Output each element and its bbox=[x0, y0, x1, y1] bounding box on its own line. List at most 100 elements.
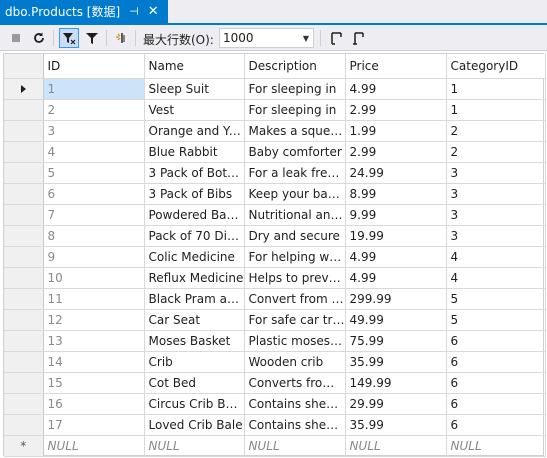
null-cell[interactable]: NULL bbox=[446, 435, 546, 457]
row-header[interactable] bbox=[4, 246, 44, 268]
cell-id[interactable]: 1 bbox=[43, 78, 145, 100]
cell-name[interactable]: Reflux Medicine bbox=[144, 267, 245, 289]
table-row[interactable]: 4 Blue Rabbit Baby comforter 2.99 2 bbox=[4, 141, 546, 163]
cell-price[interactable]: 2.99 bbox=[345, 141, 447, 163]
row-header[interactable] bbox=[4, 162, 44, 184]
cell-categoryid[interactable]: 6 bbox=[446, 330, 546, 352]
cell-description[interactable]: Baby comforter bbox=[244, 141, 346, 163]
column-header-price[interactable]: Price bbox=[345, 54, 447, 79]
cell-price[interactable]: 149.99 bbox=[345, 372, 447, 394]
cell-price[interactable]: 29.99 bbox=[345, 393, 447, 415]
cell-categoryid[interactable]: 5 bbox=[446, 309, 546, 331]
cell-name[interactable]: Moses Basket bbox=[144, 330, 245, 352]
table-row[interactable]: 11Black Pram and Pushchair SystemConvert… bbox=[4, 288, 546, 310]
cell-id[interactable]: 13 bbox=[43, 330, 145, 352]
row-header[interactable] bbox=[4, 330, 44, 352]
cell-name[interactable]: Cot Bed bbox=[144, 372, 245, 394]
cell-description[interactable]: Convert from pram to pushchair bbox=[244, 288, 346, 310]
cell-categoryid[interactable]: 2 bbox=[446, 120, 546, 142]
cell-description[interactable]: Nutritional and filling bbox=[244, 204, 346, 226]
close-icon[interactable]: ✕ bbox=[148, 4, 159, 19]
column-header-categoryid[interactable]: CategoryID bbox=[446, 54, 546, 79]
cell-price[interactable]: 24.99 bbox=[345, 162, 447, 184]
column-header-id[interactable]: ID bbox=[43, 54, 145, 79]
cell-id[interactable]: 10 bbox=[43, 267, 145, 289]
table-row[interactable]: 14 Crib Wooden crib 35.99 6 bbox=[4, 351, 546, 373]
table-row[interactable]: 12Car SeatFor safe car travel49.995 bbox=[4, 309, 546, 331]
table-row[interactable]: 2 Vest For sleeping in 2.99 1 bbox=[4, 99, 546, 121]
row-header[interactable] bbox=[4, 78, 44, 100]
column-header-description[interactable]: Description bbox=[244, 54, 346, 79]
document-tab[interactable]: dbo.Products [数据] ⊣ ✕ bbox=[0, 0, 168, 23]
cell-id[interactable]: 12 bbox=[43, 309, 145, 331]
row-header[interactable] bbox=[4, 225, 44, 247]
row-header[interactable] bbox=[4, 393, 44, 415]
cell-price[interactable]: 299.99 bbox=[345, 288, 447, 310]
cell-description[interactable]: Keep your baby dry bbox=[244, 183, 346, 205]
table-row[interactable]: 9Colic MedicineFor helping with colic4.9… bbox=[4, 246, 546, 268]
cell-name[interactable]: Powdered Baby Milk bbox=[144, 204, 245, 226]
table-row[interactable]: 63 Pack of BibsKeep your baby dry8.993 bbox=[4, 183, 546, 205]
refresh-icon[interactable] bbox=[29, 28, 49, 48]
cell-categoryid[interactable]: 3 bbox=[446, 225, 546, 247]
stop-icon[interactable] bbox=[6, 28, 26, 48]
chevron-down-icon[interactable]: ▼ bbox=[299, 34, 313, 43]
cell-description[interactable]: For sleeping in bbox=[244, 99, 346, 121]
script-icon[interactable] bbox=[111, 28, 131, 48]
cell-categoryid[interactable]: 3 bbox=[446, 162, 546, 184]
row-header[interactable] bbox=[4, 99, 44, 121]
table-row[interactable]: 3Orange and Yellow LionMakes a squeaking… bbox=[4, 120, 546, 142]
table-row[interactable]: 53 Pack of BottlesFor a leak free drink2… bbox=[4, 162, 546, 184]
column-header-name[interactable]: Name bbox=[144, 54, 245, 79]
cell-categoryid[interactable]: 3 bbox=[446, 204, 546, 226]
cell-description[interactable]: Contains sheets and blanket bbox=[244, 414, 346, 436]
cell-price[interactable]: 4.99 bbox=[345, 78, 447, 100]
cell-name[interactable]: Crib bbox=[144, 351, 245, 373]
max-rows-dropdown[interactable]: 1000 ▼ bbox=[219, 28, 314, 48]
cell-description[interactable]: Wooden crib bbox=[244, 351, 346, 373]
cell-categoryid[interactable]: 6 bbox=[446, 393, 546, 415]
cell-id[interactable]: 17 bbox=[43, 414, 145, 436]
results-grid[interactable]: ID Name Description Price CategoryID 1 Sl… bbox=[3, 53, 546, 457]
row-header[interactable] bbox=[4, 141, 44, 163]
null-cell[interactable]: NULL bbox=[43, 435, 145, 457]
table-row[interactable]: 7Powdered Baby MilkNutritional and filli… bbox=[4, 204, 546, 226]
cell-name[interactable]: Sleep Suit bbox=[144, 78, 245, 100]
cell-id[interactable]: 11 bbox=[43, 288, 145, 310]
cell-description[interactable]: Converts from cot to bed bbox=[244, 372, 346, 394]
cell-categoryid[interactable]: 2 bbox=[446, 141, 546, 163]
cell-categoryid[interactable]: 1 bbox=[446, 99, 546, 121]
cell-name[interactable]: 3 Pack of Bibs bbox=[144, 183, 245, 205]
table-row[interactable]: 10Reflux MedicineHelps to prevent reflux… bbox=[4, 267, 546, 289]
cell-description[interactable]: Dry and secure bbox=[244, 225, 346, 247]
cell-description[interactable]: Makes a squeaking noise bbox=[244, 120, 346, 142]
cell-categoryid[interactable]: 3 bbox=[446, 183, 546, 205]
row-header[interactable] bbox=[4, 120, 44, 142]
cell-price[interactable]: 4.99 bbox=[345, 267, 447, 289]
cell-categoryid[interactable]: 4 bbox=[446, 246, 546, 268]
pane-layout-icon[interactable] bbox=[326, 28, 346, 48]
cell-description[interactable]: For sleeping in bbox=[244, 78, 346, 100]
table-row[interactable]: 13Moses BasketPlastic moses basket75.996 bbox=[4, 330, 546, 352]
row-header[interactable] bbox=[4, 183, 44, 205]
cell-id[interactable]: 9 bbox=[43, 246, 145, 268]
cell-price[interactable]: 75.99 bbox=[345, 330, 447, 352]
cell-categoryid[interactable]: 6 bbox=[446, 372, 546, 394]
cell-price[interactable]: 35.99 bbox=[345, 414, 447, 436]
cell-name[interactable]: 3 Pack of Bottles bbox=[144, 162, 245, 184]
cell-categoryid[interactable]: 6 bbox=[446, 414, 546, 436]
pin-icon[interactable]: ⊣ bbox=[129, 5, 139, 18]
cell-id[interactable]: 3 bbox=[43, 120, 145, 142]
cell-id[interactable]: 4 bbox=[43, 141, 145, 163]
cell-categoryid[interactable]: 4 bbox=[446, 267, 546, 289]
cell-price[interactable]: 35.99 bbox=[345, 351, 447, 373]
null-cell[interactable]: NULL bbox=[345, 435, 447, 457]
row-header[interactable] bbox=[4, 309, 44, 331]
corner-header[interactable] bbox=[4, 54, 44, 79]
null-cell[interactable]: NULL bbox=[144, 435, 245, 457]
cell-id[interactable]: 15 bbox=[43, 372, 145, 394]
table-row[interactable]: 15Cot BedConverts from cot to bed149.996 bbox=[4, 372, 546, 394]
cell-description[interactable]: For helping with colic bbox=[244, 246, 346, 268]
cell-description[interactable]: For a leak free drink bbox=[244, 162, 346, 184]
row-header[interactable] bbox=[4, 288, 44, 310]
